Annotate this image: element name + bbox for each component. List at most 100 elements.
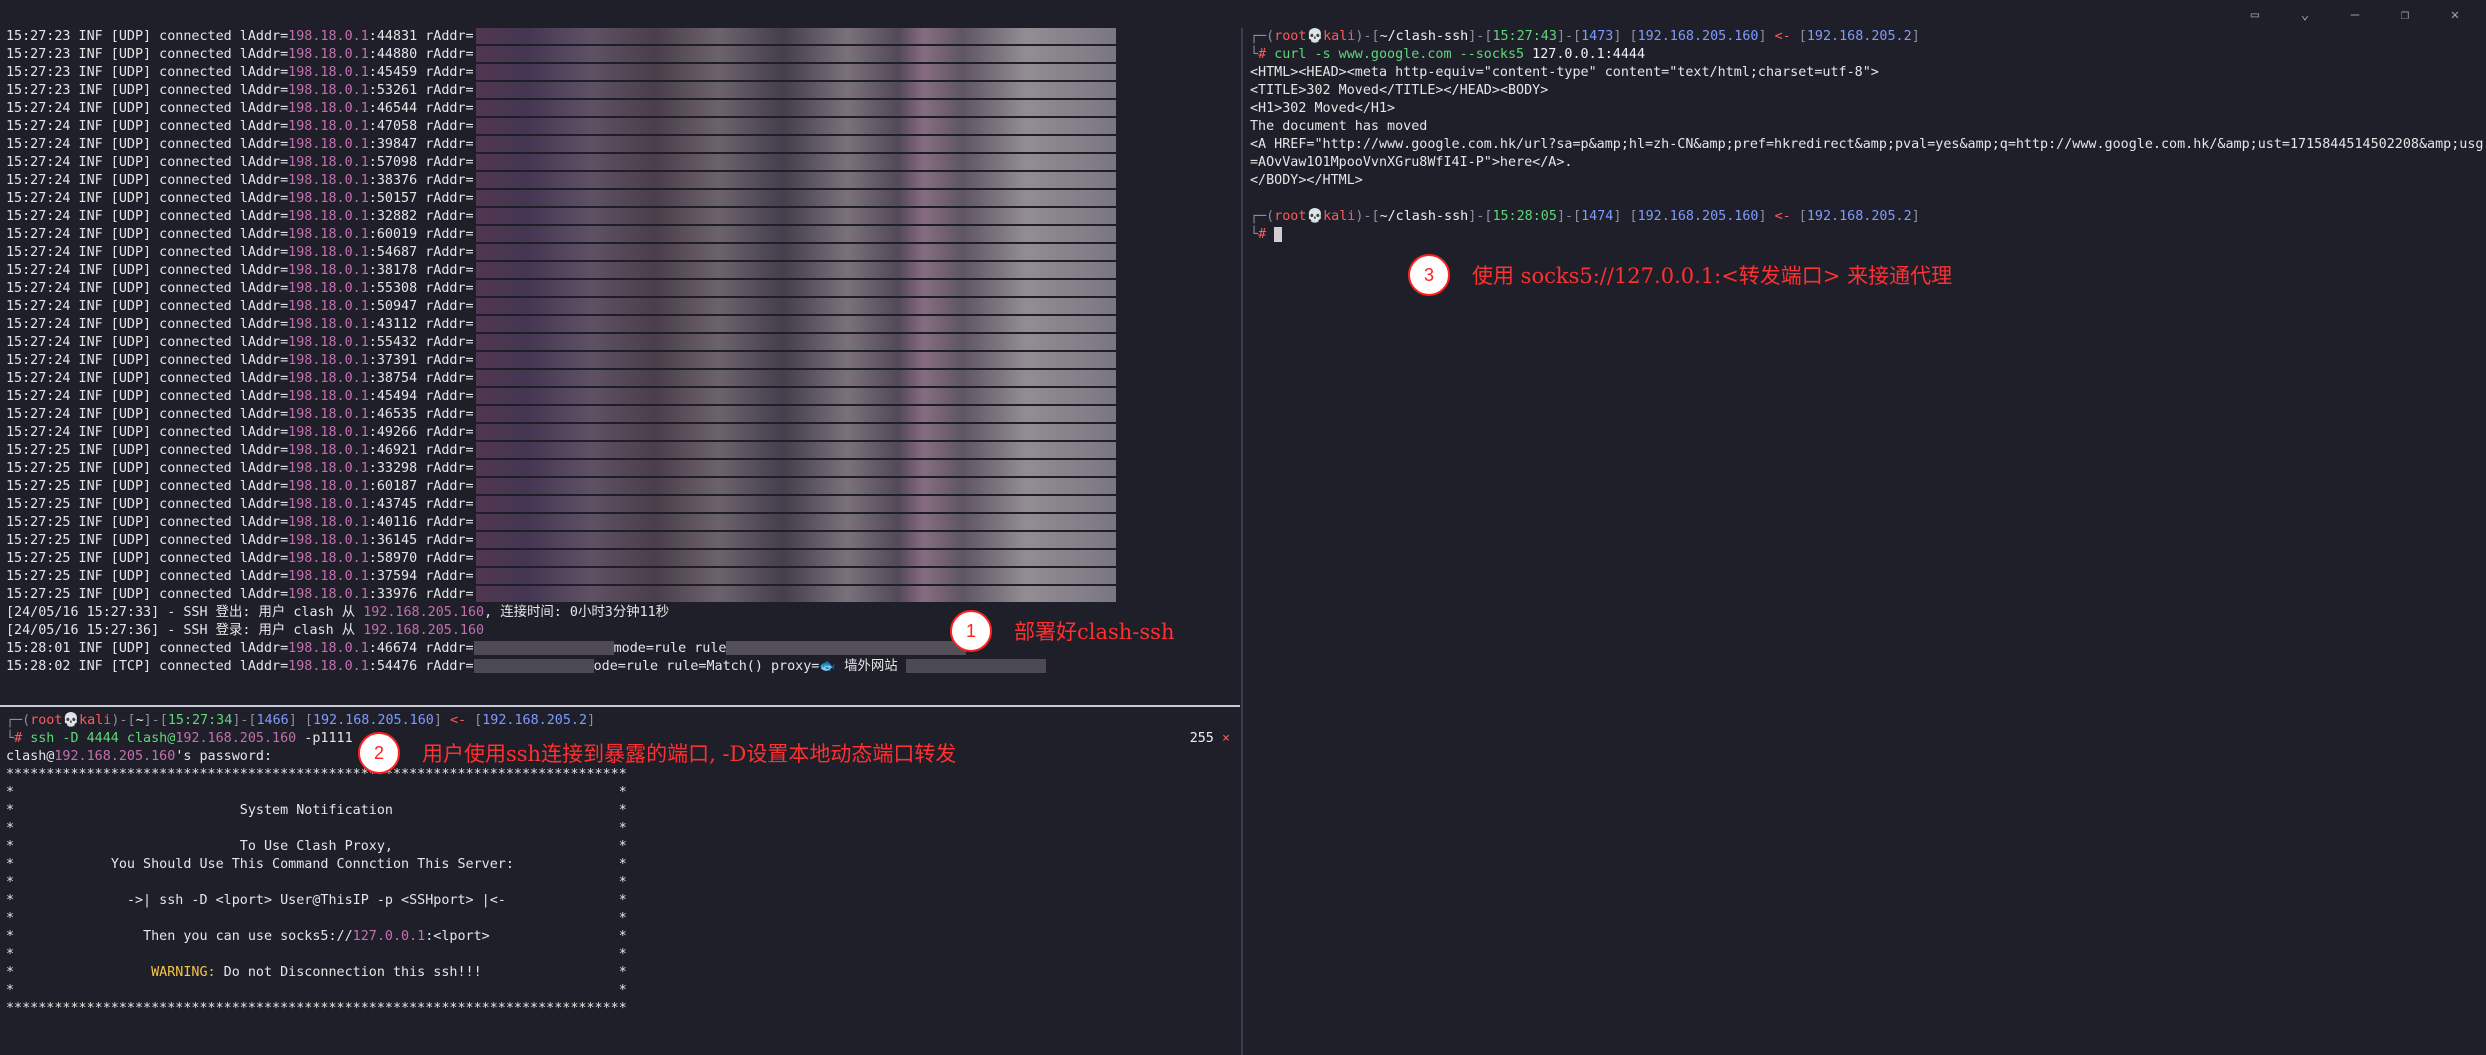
annotation-label: 使用 socks5://127.0.0.1:<转发端口> 来接通代理 [1472, 264, 1953, 288]
redacted-block [475, 568, 1116, 584]
redacted-block [475, 64, 1116, 80]
udp-log-line: 15:27:24 INF [UDP] connected lAddr=198.1… [0, 388, 1240, 406]
log-line-tcp-last: 15:28:02 INF [TCP] connected lAddr=198.1… [0, 658, 1240, 676]
curl-output-3: <H1>302 Moved</H1> [1250, 101, 1396, 116]
sidebar-toggle-icon[interactable]: ▭ [2244, 4, 2266, 26]
redacted-block [475, 226, 1116, 242]
udp-log-line: 15:27:24 INF [UDP] connected lAddr=198.1… [0, 172, 1240, 190]
udp-log-line: 15:27:24 INF [UDP] connected lAddr=198.1… [0, 262, 1240, 280]
banner-line: * * [6, 785, 627, 800]
terminal-pane-clash-log[interactable]: 15:27:23 INF [UDP] connected lAddr=198.1… [0, 28, 1240, 704]
udp-log-line: 15:27:24 INF [UDP] connected lAddr=198.1… [0, 244, 1240, 262]
horizontal-split-divider[interactable] [0, 705, 1240, 707]
curl-output-2: <TITLE>302 Moved</TITLE></HEAD><BODY> [1250, 83, 1549, 98]
redacted-block [475, 262, 1116, 278]
annotation-number-badge: 1 [950, 610, 992, 652]
annotation-1: 1 部署好clash-ssh [950, 610, 1174, 652]
redacted-block [475, 154, 1116, 170]
udp-log-line: 15:27:24 INF [UDP] connected lAddr=198.1… [0, 406, 1240, 424]
udp-log-line: 15:27:25 INF [UDP] connected lAddr=198.1… [0, 532, 1240, 550]
system-notification-banner: ****************************************… [0, 766, 1240, 1018]
restore-button[interactable]: ❐ [2394, 4, 2416, 26]
redacted-block [475, 208, 1116, 224]
text-cursor [1274, 226, 1283, 242]
shell-input-line[interactable]: └# [1244, 226, 2486, 244]
redacted-block [475, 172, 1116, 188]
udp-log-line: 15:27:24 INF [UDP] connected lAddr=198.1… [0, 208, 1240, 226]
banner-line: * * [6, 821, 627, 836]
minimize-button[interactable]: — [2344, 4, 2366, 26]
redacted-block [475, 496, 1116, 512]
redacted-block [475, 586, 1116, 602]
annotation-number-badge: 3 [1408, 254, 1450, 296]
udp-log-line: 15:27:25 INF [UDP] connected lAddr=198.1… [0, 442, 1240, 460]
redacted-block [475, 28, 1116, 44]
redacted-block [475, 100, 1116, 116]
banner-line: * WARNING: Do not Disconnection this ssh… [6, 965, 627, 980]
redacted-block [475, 298, 1116, 314]
terminal-pane-curl[interactable]: ┌─(root💀kali)-[~/clash-ssh]-[15:27:43]-[… [1244, 28, 2486, 1055]
skull-icon: 💀 [62, 713, 80, 728]
udp-log-line: 15:27:25 INF [UDP] connected lAddr=198.1… [0, 550, 1240, 568]
vertical-split-divider[interactable] [1241, 28, 1243, 1055]
udp-log-line: 15:27:23 INF [UDP] connected lAddr=198.1… [0, 46, 1240, 64]
udp-log-line: 15:27:24 INF [UDP] connected lAddr=198.1… [0, 316, 1240, 334]
redacted-block [475, 244, 1116, 260]
redacted-block [475, 136, 1116, 152]
udp-log-line: 15:27:24 INF [UDP] connected lAddr=198.1… [0, 424, 1240, 442]
redacted-block [475, 118, 1116, 134]
window-titlebar: ▭ ⌄ — ❐ ✕ [2244, 0, 2486, 30]
banner-line: ****************************************… [6, 1001, 627, 1016]
redacted-block [475, 406, 1116, 422]
fish-icon: 🐟 [819, 659, 837, 674]
curl-output-7: </BODY></HTML> [1250, 173, 1363, 188]
annotation-number-badge: 2 [358, 732, 400, 774]
redacted-block [475, 316, 1116, 332]
udp-log-line: 15:27:24 INF [UDP] connected lAddr=198.1… [0, 118, 1240, 136]
udp-log-line: 15:27:24 INF [UDP] connected lAddr=198.1… [0, 370, 1240, 388]
curl-output-6: =AOvVaw1O1MpooVvnXGru8WfI4I-P">here</A>. [1250, 155, 1573, 170]
annotation-3: 3 使用 socks5://127.0.0.1:<转发端口> 来接通代理 [1408, 254, 1952, 296]
redacted-block [475, 514, 1116, 530]
udp-log-line: 15:27:25 INF [UDP] connected lAddr=198.1… [0, 514, 1240, 532]
udp-log-line: 15:27:24 INF [UDP] connected lAddr=198.1… [0, 280, 1240, 298]
redacted-block [475, 370, 1116, 386]
redacted-block [475, 388, 1116, 404]
redacted-block [475, 82, 1116, 98]
banner-line: * Then you can use socks5://127.0.0.1:<l… [6, 929, 627, 944]
shell-prompt-header: ┌─(root💀kali)-[~]-[15:27:34]-[1466] [192… [6, 713, 596, 728]
annotation-label: 用户使用ssh连接到暴露的端口, -D设置本地动态端口转发 [422, 742, 957, 766]
udp-log-line: 15:27:24 INF [UDP] connected lAddr=198.1… [0, 136, 1240, 154]
redacted-block [475, 352, 1116, 368]
terminal-pane-ssh-client[interactable]: ┌─(root💀kali)-[~]-[15:27:34]-[1466] [192… [0, 712, 1240, 1055]
annotation-2: 2 用户使用ssh连接到暴露的端口, -D设置本地动态端口转发 [358, 732, 956, 774]
redacted-block [475, 478, 1116, 494]
banner-line: * System Notification * [6, 803, 627, 818]
udp-log-line: 15:27:25 INF [UDP] connected lAddr=198.1… [0, 478, 1240, 496]
udp-log-line: 15:27:24 INF [UDP] connected lAddr=198.1… [0, 298, 1240, 316]
redacted-block [475, 550, 1116, 566]
curl-command-line[interactable]: └# curl -s www.google.com --socks5 127.0… [1244, 46, 2486, 64]
banner-line: * * [6, 983, 627, 998]
chevron-down-icon[interactable]: ⌄ [2294, 4, 2316, 26]
udp-log-line: 15:27:24 INF [UDP] connected lAddr=198.1… [0, 154, 1240, 172]
curl-output-5: <A HREF="http://www.google.com.hk/url?sa… [1250, 137, 2484, 152]
shell-prompt-header-2: ┌─(root💀kali)-[~/clash-ssh]-[15:28:05]-[… [1250, 209, 1920, 224]
close-button[interactable]: ✕ [2444, 4, 2466, 26]
banner-line: * To Use Clash Proxy, * [6, 839, 627, 854]
udp-log-line: 15:27:23 INF [UDP] connected lAddr=198.1… [0, 82, 1240, 100]
udp-log-line: 15:27:25 INF [UDP] connected lAddr=198.1… [0, 568, 1240, 586]
shell-prompt-header-1: ┌─(root💀kali)-[~/clash-ssh]-[15:27:43]-[… [1250, 29, 1920, 44]
udp-log-line: 15:27:23 INF [UDP] connected lAddr=198.1… [0, 64, 1240, 82]
banner-line: * You Should Use This Command Connction … [6, 857, 627, 872]
skull-icon: 💀 [1306, 209, 1324, 224]
redacted-block [475, 280, 1116, 296]
annotation-label: 部署好clash-ssh [1014, 620, 1175, 644]
skull-icon: 💀 [1306, 29, 1324, 44]
udp-log-line: 15:27:23 INF [UDP] connected lAddr=198.1… [0, 28, 1240, 46]
udp-log-line: 15:27:24 INF [UDP] connected lAddr=198.1… [0, 334, 1240, 352]
redacted-block [475, 46, 1116, 62]
redacted-block [475, 442, 1116, 458]
banner-line: * * [6, 911, 627, 926]
